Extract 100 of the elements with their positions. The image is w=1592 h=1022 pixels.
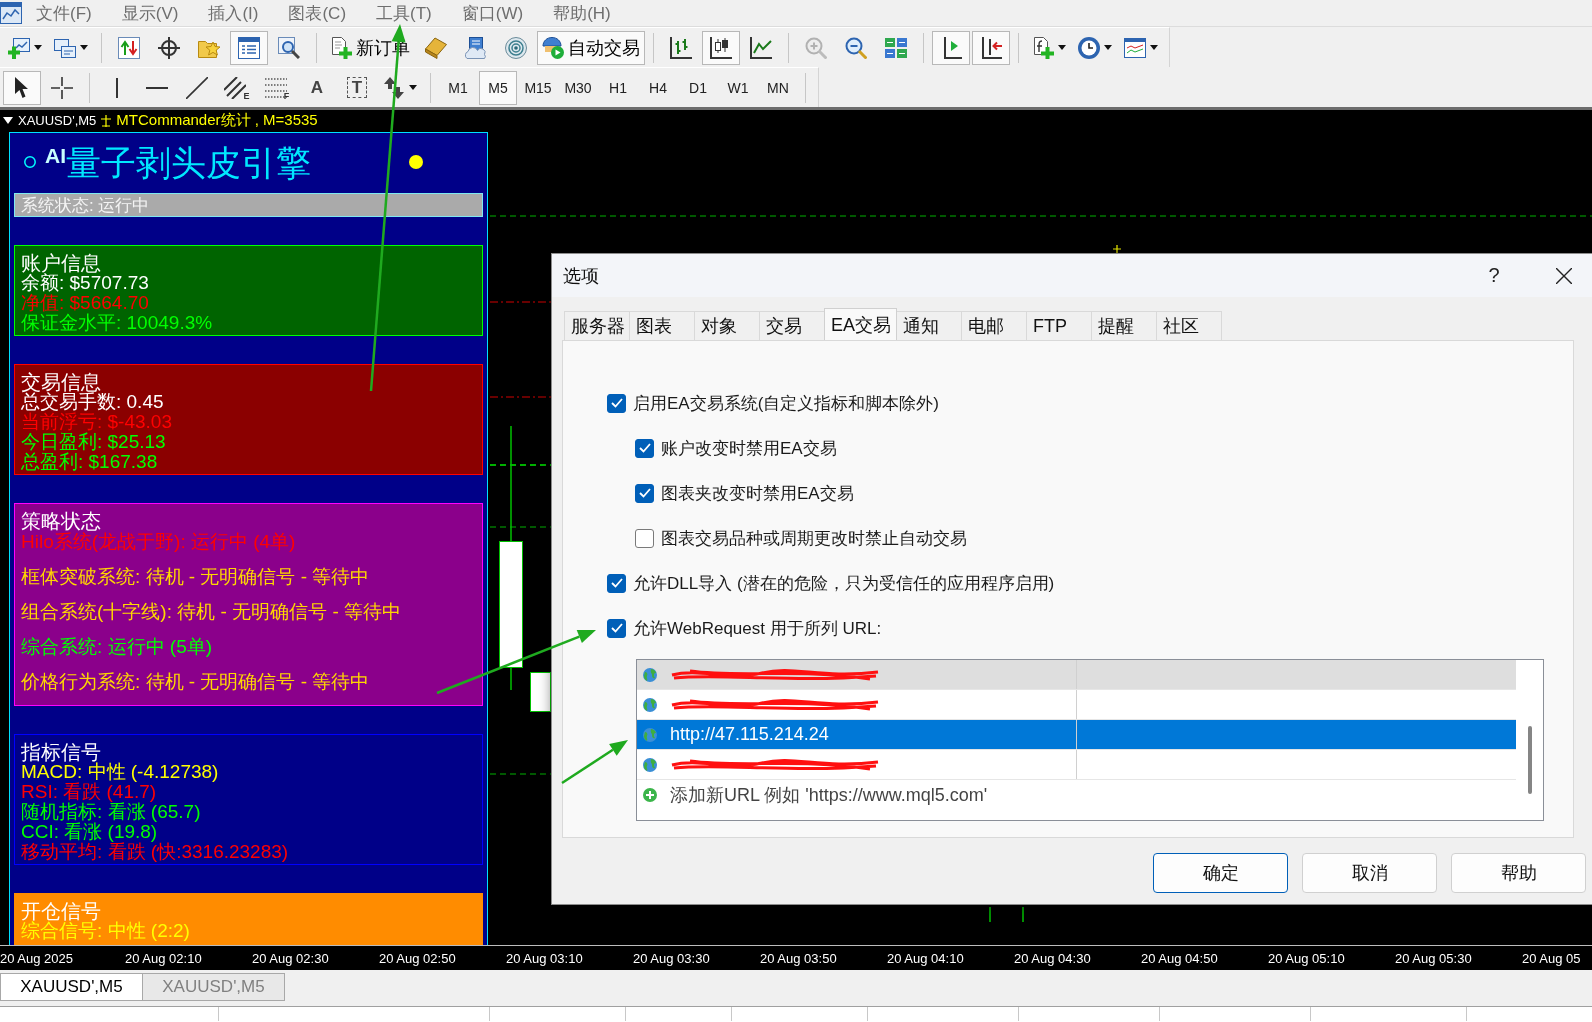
menu-item[interactable]: 图表(C)	[273, 1, 362, 25]
url-row[interactable]	[637, 750, 1516, 780]
toolbar-button[interactable]	[3, 70, 41, 105]
timeframe-button[interactable]: H1	[599, 70, 637, 105]
timeframe-button[interactable]: M1	[439, 70, 477, 105]
menu-item[interactable]: 帮助(H)	[538, 1, 626, 25]
caret-icon[interactable]	[3, 117, 13, 124]
time-label: 20 Aug 02:50	[379, 950, 457, 966]
section-line: 综合信号: 中性 (2:2)	[21, 921, 191, 941]
toolbar-button[interactable]	[972, 30, 1010, 65]
checkmark-icon	[638, 488, 651, 498]
toolbar-button[interactable]: T	[338, 70, 376, 105]
status-bar: 系统状态: 运行中	[14, 193, 483, 217]
menu-item[interactable]: 文件(F)	[22, 1, 107, 25]
add-url-hint[interactable]: 添加新URL 例如 'https://www.mql5.com'	[670, 783, 988, 807]
timeframe-button[interactable]: M5	[479, 70, 517, 105]
time-label: 20 Aug 02:30	[252, 950, 330, 966]
toolbar-button[interactable]: A	[298, 70, 336, 105]
timeframe-button[interactable]: M15	[519, 70, 557, 105]
autoscroll-icon	[980, 36, 1002, 59]
menu-item[interactable]: 窗口(W)	[446, 1, 539, 25]
help-button[interactable]: ?	[1471, 257, 1517, 294]
checkbox[interactable]	[607, 393, 626, 413]
section-title: 指标信号	[21, 742, 101, 762]
tab[interactable]: 服务器	[564, 311, 630, 340]
timeframe-button[interactable]: H4	[639, 70, 677, 105]
candle-wick	[1022, 906, 1024, 923]
checkbox-label[interactable]: 图表交易品种或周期更改时禁止自动交易	[661, 526, 967, 550]
url-row[interactable]	[637, 690, 1516, 720]
dialog-button[interactable]: 确定	[1153, 853, 1288, 893]
line-chart-icon	[750, 36, 772, 59]
app-icon[interactable]	[0, 2, 22, 24]
chart-symbol: XAUUSD',M5	[18, 113, 97, 128]
dialog-button[interactable]: 取消	[1302, 853, 1437, 893]
marker-icon	[101, 114, 112, 127]
time-label: 20 Aug 02:10	[125, 950, 203, 966]
horizontal-line-icon	[146, 86, 168, 89]
checkbox-label[interactable]: 启用EA交易系统(自定义指标和脚本除外)	[633, 391, 939, 415]
section-line: 总盈利: $167.38	[21, 452, 159, 472]
document-plus-icon	[330, 36, 352, 59]
url-row[interactable]	[637, 660, 1516, 690]
toolbar-button[interactable]: E	[218, 70, 256, 105]
menu-item[interactable]: 插入(I)	[193, 1, 274, 25]
section-line: 框体突破系统: 待机 - 无明确信号 - 等待中	[21, 566, 371, 588]
tab[interactable]: EA交易	[824, 308, 897, 340]
section-line: Hilo系统(龙战于野): 运行中 (4单)	[21, 531, 297, 553]
checkmark-icon	[638, 443, 651, 453]
arrows-window-icon	[118, 36, 140, 59]
toolbar-button[interactable]	[702, 30, 740, 65]
zoom-out-icon	[845, 36, 867, 59]
section-line: 保证金水平: 10049.3%	[21, 313, 214, 333]
dialog-title: 选项	[562, 264, 600, 288]
checkbox[interactable]	[635, 438, 654, 458]
add-icon	[643, 788, 657, 802]
section-line: CCI: 看涨 (19.8)	[21, 822, 158, 842]
url-text: http://47.115.214.24	[670, 724, 829, 745]
timeframe-button[interactable]: MN	[759, 70, 797, 105]
checkbox[interactable]	[607, 573, 626, 593]
section-title: 交易信息	[21, 372, 102, 392]
candlestick-icon	[710, 36, 732, 59]
checkbox[interactable]	[635, 483, 654, 503]
toolbar-button[interactable]: F	[258, 70, 296, 105]
ring-icon	[24, 156, 36, 168]
book-icon	[425, 36, 447, 59]
checkbox-label[interactable]: 图表夹改变时禁用EA交易	[661, 481, 854, 505]
vertical-line-icon	[116, 77, 118, 98]
timeframe-button[interactable]: W1	[719, 70, 757, 105]
menu-item[interactable]: 工具(T)	[361, 1, 447, 25]
checkmark-icon	[610, 623, 623, 633]
magnifier-window-icon	[278, 36, 300, 59]
close-icon	[1556, 267, 1572, 284]
scrollbar-thumb[interactable]	[1527, 726, 1532, 794]
checkbox[interactable]	[635, 528, 654, 548]
globe-icon	[643, 667, 657, 682]
time-label: 20 Aug 03:30	[633, 950, 711, 966]
tile-windows-icon	[885, 36, 907, 59]
url-row[interactable]: http://47.115.214.24	[637, 720, 1516, 750]
toolbar-button[interactable]: 自动交易	[537, 30, 645, 65]
url-list[interactable]: http://47.115.214.24 添加新URL 例如 'https://www.mql5.com'	[636, 659, 1544, 821]
checkbox-label[interactable]: 允许WebRequest 用于所列 URL:	[633, 616, 882, 640]
section-line: 总交易手数: 0.45	[21, 392, 165, 412]
checkbox-label[interactable]: 账户改变时禁用EA交易	[661, 436, 837, 460]
timeframe-button[interactable]: M30	[559, 70, 597, 105]
price-level-line	[489, 464, 552, 466]
dialog-button[interactable]: 帮助	[1451, 853, 1586, 893]
section-line: 综合系统: 运行中 (5单)	[21, 636, 214, 658]
bar-chart-icon	[670, 36, 692, 59]
checkbox-label[interactable]: 允许DLL导入 (潜在的危险，只为受信任的应用程序启用)	[633, 571, 1055, 595]
menu-item[interactable]: 显示(V)	[106, 1, 194, 25]
tab[interactable]: 社区	[1156, 311, 1222, 340]
chart-tab[interactable]: XAUUSD',M5	[0, 973, 143, 1001]
timeframe-button[interactable]: D1	[679, 70, 717, 105]
toolbar-button[interactable]	[932, 30, 970, 65]
checkbox[interactable]	[607, 618, 626, 638]
time-label: 20 Aug 05	[1522, 950, 1582, 966]
section-title: 策略状态	[21, 511, 102, 531]
chart-plus-icon	[8, 36, 30, 59]
panel-title: $^{AI}$量子剥头皮引擎	[45, 144, 311, 180]
time-label: 20 Aug 04:50	[1141, 950, 1219, 966]
globe-icon	[643, 727, 657, 742]
